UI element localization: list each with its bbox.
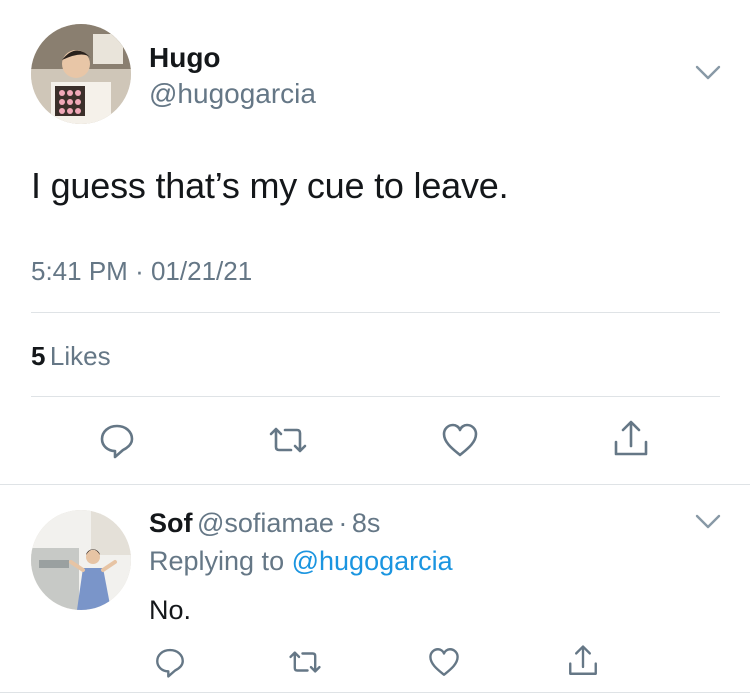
author-handle[interactable]: @hugogarcia [149, 78, 316, 110]
retweet-icon [269, 427, 307, 453]
avatar-photo [31, 24, 131, 124]
author-name[interactable]: Hugo [149, 42, 221, 74]
reply-button[interactable] [97, 420, 137, 460]
reply-icon [100, 424, 134, 459]
replying-to: Replying to @hugogarcia [149, 546, 453, 577]
retweet-button[interactable] [266, 420, 310, 460]
share-button[interactable] [611, 418, 651, 460]
author-avatar[interactable] [31, 24, 131, 124]
divider [31, 312, 720, 313]
heart-icon [442, 423, 478, 457]
share-icon [569, 645, 597, 675]
divider [0, 484, 750, 485]
tweet-timestamp[interactable]: 5:41 PM · 01/21/21 [31, 256, 252, 287]
reply-author-handle[interactable]: @sofiamae [197, 508, 334, 538]
chevron-down-icon[interactable] [694, 513, 722, 536]
retweet-icon [289, 651, 321, 673]
likes-count: 5 [31, 341, 46, 371]
meta-separator: · [338, 508, 348, 538]
divider [31, 396, 720, 397]
reply-button[interactable] [153, 645, 187, 679]
reply-text: No. [149, 595, 192, 625]
replying-label: Replying to [149, 546, 285, 576]
retweet-button[interactable] [286, 645, 324, 679]
like-button[interactable] [427, 645, 461, 679]
likes-label: Likes [49, 341, 111, 371]
replying-mention-link[interactable]: @hugogarcia [292, 546, 453, 576]
tweet-date: 01/21/21 [150, 256, 253, 286]
reply-age[interactable]: 8s [352, 508, 381, 538]
tweet-text: I guess that’s my cue to leave. [31, 165, 509, 206]
divider [0, 692, 750, 693]
avatar-photo [31, 510, 131, 610]
reply-author-name[interactable]: Sof [149, 508, 193, 538]
heart-icon [429, 648, 459, 676]
share-icon [614, 420, 648, 456]
like-button[interactable] [440, 420, 480, 460]
meta-separator: · [135, 256, 144, 286]
reply-icon [156, 648, 184, 678]
chevron-down-icon[interactable] [694, 64, 722, 87]
share-button[interactable] [566, 643, 600, 679]
reply-author-avatar[interactable] [31, 510, 131, 610]
tweet-time: 5:41 PM [31, 256, 128, 286]
reply-header: Sof @sofiamae · 8s [149, 508, 380, 539]
likes-stat[interactable]: 5 Likes [31, 341, 111, 372]
